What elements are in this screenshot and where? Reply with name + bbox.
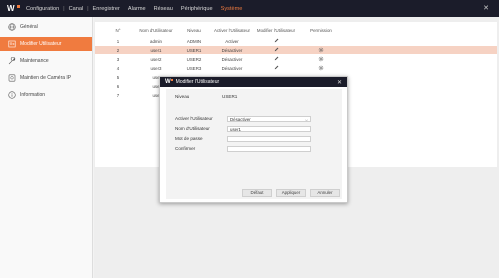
header-level: Niveau <box>187 27 201 33</box>
edit-pencil-icon[interactable] <box>252 38 300 44</box>
globe-icon <box>7 23 16 32</box>
level-label: Niveau <box>175 94 190 99</box>
edit-pencil-icon[interactable] <box>252 65 300 71</box>
dialog-title: Modifier l'Utilisateur <box>175 79 220 85</box>
table-row[interactable]: 3 user2 USER2 Désactiver <box>95 55 497 63</box>
table-row-selected[interactable]: 2 user1 USER1 Désactiver <box>95 46 497 54</box>
sidebar-item-label: Général <box>20 24 38 30</box>
cell-username: user2 <box>150 56 162 62</box>
sidebar-item-information[interactable]: Information <box>0 88 92 102</box>
cell-number: 2 <box>116 47 120 53</box>
top-menu: Configuration | Canal | Enregistrer Alar… <box>22 6 246 12</box>
sidebar: Général Modifier Utilisateur Maintenance… <box>0 17 93 278</box>
sidebar-item-modifier-utilisateur[interactable]: Modifier Utilisateur <box>0 37 92 51</box>
cell-status: Désactiver <box>221 65 243 71</box>
cell-username: user1 <box>150 47 162 53</box>
username-label: Nom d'Utilisateur <box>175 126 210 131</box>
table-row[interactable]: 1 admin ADMIN Activer <box>95 37 497 45</box>
cell-status: Désactiver <box>221 47 243 53</box>
menu-peripherique[interactable]: Périphérique <box>177 6 217 12</box>
header-permission: Permission <box>310 27 332 33</box>
menu-enregistrer[interactable]: Enregistrer <box>89 6 124 12</box>
edit-pencil-icon[interactable] <box>252 56 300 62</box>
cell-number: 4 <box>116 65 120 71</box>
cell-number: 7 <box>116 92 120 98</box>
header-modify: Modifier l'Utilisateur <box>256 27 296 33</box>
info-icon <box>7 91 16 100</box>
close-icon[interactable]: ✕ <box>483 4 489 12</box>
cell-status: Activer <box>225 38 239 44</box>
edit-pencil-icon[interactable] <box>252 47 300 53</box>
apply-button[interactable]: Appliquer <box>276 189 306 197</box>
wrench-icon <box>7 57 16 66</box>
enable-user-label: Activer l'Utilisateur <box>175 116 213 121</box>
chevron-down-icon: ⌵ <box>304 117 308 122</box>
sidebar-item-label: Maintenance <box>20 58 49 64</box>
cancel-button[interactable]: Annuler <box>310 189 340 197</box>
confirm-label: Confirmer <box>175 146 196 151</box>
close-icon[interactable]: ✕ <box>337 79 342 86</box>
enable-user-select[interactable]: Désactiver ⌵ <box>227 116 311 122</box>
username-value: user1 <box>230 127 241 132</box>
username-field[interactable]: user1 <box>227 126 311 132</box>
menu-reseau[interactable]: Réseau <box>150 6 177 12</box>
brand-logo: W <box>7 4 20 13</box>
cell-level: USER1 <box>186 47 202 53</box>
sidebar-item-label: Information <box>20 92 46 98</box>
sidebar-item-maintien-camera[interactable]: Maintien de Caméra IP <box>0 71 92 85</box>
cell-status: Désactiver <box>221 56 243 62</box>
camera-icon <box>7 74 16 83</box>
cell-level: ADMIN <box>186 38 202 44</box>
sidebar-item-label: Modifier Utilisateur <box>20 41 62 47</box>
header-number: N° <box>115 27 121 33</box>
permission-gear-icon[interactable] <box>303 47 339 54</box>
dialog-body: Niveau USER1 Activer l'Utilisateur Désac… <box>166 89 342 199</box>
brand-logo: W <box>165 79 173 85</box>
default-button[interactable]: Défaut <box>242 189 272 197</box>
permission-gear-icon[interactable] <box>303 56 339 63</box>
cell-username: admin <box>150 38 162 44</box>
menu-alarme[interactable]: Alarme <box>124 6 150 12</box>
sidebar-item-label: Maintien de Caméra IP <box>20 75 72 81</box>
user-card-icon <box>7 40 16 49</box>
cell-number: 5 <box>116 74 120 80</box>
password-field[interactable] <box>227 136 311 142</box>
menu-configuration[interactable]: Configuration <box>22 6 63 12</box>
cell-number: 1 <box>116 38 120 44</box>
sidebar-item-maintenance[interactable]: Maintenance <box>0 54 92 68</box>
dialog-title-bar: W Modifier l'Utilisateur ✕ <box>160 77 347 87</box>
level-value: USER1 <box>222 94 238 99</box>
header-username: Nom d'Utilisateur <box>139 27 173 33</box>
sidebar-item-general[interactable]: Général <box>0 20 92 34</box>
top-menu-bar: W Configuration | Canal | Enregistrer Al… <box>0 0 499 17</box>
cell-level: USER2 <box>186 56 202 62</box>
cell-number: 3 <box>116 56 120 62</box>
permission-gear-icon[interactable] <box>303 65 339 72</box>
menu-systeme[interactable]: Système <box>217 6 247 12</box>
password-label: Mot de passe <box>175 136 203 141</box>
table-header: N° Nom d'Utilisateur Niveau Activer l'Ut… <box>95 26 497 34</box>
menu-canal[interactable]: Canal <box>65 6 88 12</box>
modify-user-dialog: W Modifier l'Utilisateur ✕ Niveau USER1 … <box>159 76 348 203</box>
header-enable: Activer l'Utilisateur <box>214 27 250 33</box>
cell-number: 6 <box>116 83 120 89</box>
enable-user-value: Désactiver <box>230 117 251 122</box>
cell-level: USER3 <box>186 65 202 71</box>
cell-username: user3 <box>150 65 162 71</box>
table-row[interactable]: 4 user3 USER3 Désactiver <box>95 64 497 72</box>
confirm-password-field[interactable] <box>227 146 311 152</box>
